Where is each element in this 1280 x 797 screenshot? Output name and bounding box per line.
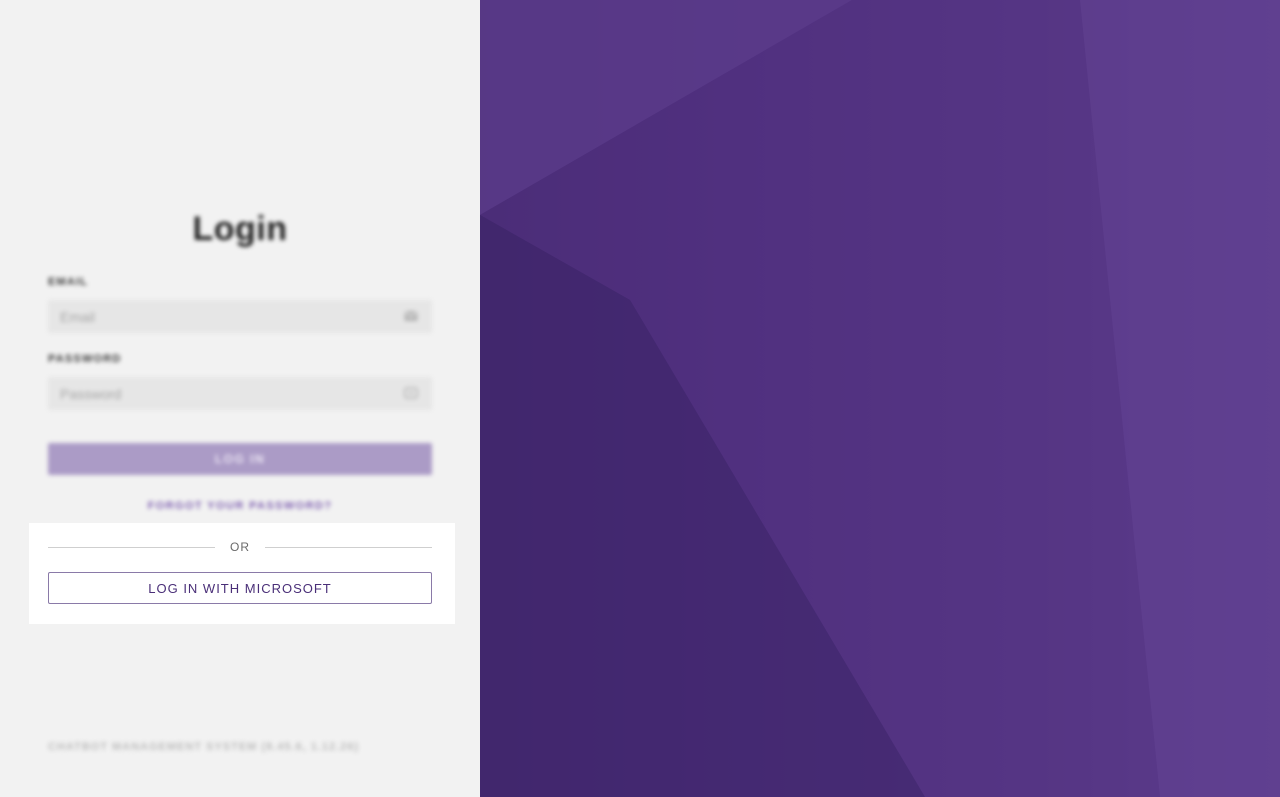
login-panel: Login EMAIL PASSWORD LOG IN FORGOT YOUR …	[0, 0, 480, 797]
or-divider-text: OR	[230, 540, 250, 554]
envelope-icon	[404, 310, 418, 321]
email-label: EMAIL	[48, 276, 89, 288]
forgot-password-link[interactable]: FORGOT YOUR PASSWORD?	[0, 500, 480, 512]
geometric-background-shapes	[480, 0, 1280, 797]
password-input[interactable]	[48, 377, 432, 410]
email-input[interactable]	[48, 300, 432, 333]
password-field-container	[48, 377, 432, 410]
app-version: CHATBOT MANAGEMENT SYSTEM (8.45.6, 1.12.…	[48, 741, 360, 753]
page-title: Login	[192, 210, 288, 248]
login-button[interactable]: LOG IN	[48, 443, 432, 475]
email-field-container	[48, 300, 432, 333]
microsoft-login-button[interactable]: LOG IN WITH MICROSOFT	[48, 572, 432, 604]
lock-icon	[404, 387, 418, 399]
sso-card: OR LOG IN WITH MICROSOFT	[29, 523, 455, 624]
divider-left	[48, 547, 215, 548]
password-label: PASSWORD	[48, 353, 122, 365]
decorative-background	[480, 0, 1280, 797]
divider-right	[265, 547, 432, 548]
